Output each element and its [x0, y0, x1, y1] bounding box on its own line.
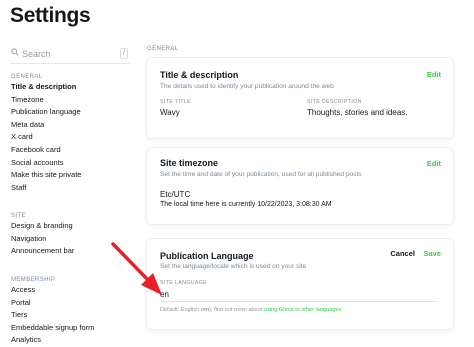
sidebar-item-x-card[interactable]: X card — [11, 131, 81, 144]
page-title: Settings — [10, 4, 91, 27]
hint-middle: ); find out more about — [209, 307, 264, 313]
sidebar-membership-list: Access Portal Tiers Embeddable signup fo… — [11, 284, 94, 347]
cancel-button[interactable]: Cancel — [390, 249, 415, 258]
sidebar-item-publication-language[interactable]: Publication language — [11, 106, 81, 119]
save-button[interactable]: Save — [423, 249, 441, 258]
site-description-value: Thoughts, stories and ideas. — [307, 108, 408, 117]
sidebar-general-list: Title & description Timezone Publication… — [11, 81, 81, 194]
sidebar-section-site: SITE — [11, 213, 26, 219]
languages-help-link[interactable]: using Ghost in other languages — [264, 307, 341, 313]
search-box[interactable]: / — [10, 44, 130, 64]
sidebar-item-embeddable-signup-form[interactable]: Embeddable signup form — [11, 322, 94, 335]
sidebar: / GENERAL Title & description Timezone P… — [10, 40, 134, 344]
sidebar-item-tiers[interactable]: Tiers — [11, 309, 94, 322]
sidebar-item-staff[interactable]: Staff — [11, 182, 81, 195]
sidebar-item-design-branding[interactable]: Design & branding — [11, 220, 74, 233]
card-description: Set the time and date of your publicatio… — [160, 171, 362, 178]
site-language-label: SITE LANGUAGE — [160, 280, 207, 286]
sidebar-item-access[interactable]: Access — [11, 284, 94, 297]
sidebar-site-list: Design & branding Navigation Announcemen… — [11, 220, 74, 258]
search-input[interactable] — [22, 46, 122, 62]
sidebar-item-timezone[interactable]: Timezone — [11, 94, 81, 107]
sidebar-item-make-private[interactable]: Make this site private — [11, 169, 81, 182]
site-language-input[interactable] — [160, 287, 438, 302]
group-label-general: GENERAL — [147, 46, 179, 52]
search-icon — [11, 48, 19, 56]
sidebar-item-announcement-bar[interactable]: Announcement bar — [11, 245, 74, 258]
timezone-card: Site timezone Edit Set the time and date… — [147, 148, 453, 224]
search-shortcut-hint: / — [120, 48, 128, 59]
hint-prefix: Default: English ( — [160, 307, 203, 313]
timezone-value: Etc/UTC — [160, 190, 191, 199]
sidebar-item-navigation[interactable]: Navigation — [11, 233, 74, 246]
sidebar-section-membership: MEMBERSHIP — [11, 277, 56, 283]
card-description: Set the language/locale which is used on… — [160, 263, 307, 270]
title-description-card: Title & description Edit The details use… — [147, 58, 453, 138]
site-description-label: SITE DESCRIPTION — [307, 99, 362, 105]
search-underline — [10, 63, 130, 64]
site-title-label: SITE TITLE — [160, 99, 192, 105]
sidebar-section-general: GENERAL — [11, 74, 43, 80]
card-title: Site timezone — [160, 158, 219, 168]
sidebar-item-analytics[interactable]: Analytics — [11, 334, 94, 347]
publication-language-card: Publication Language Cancel Save Set the… — [147, 239, 453, 329]
card-title: Publication Language — [160, 251, 254, 261]
local-time-text: The local time here is currently 10/22/2… — [160, 201, 332, 208]
sidebar-item-portal[interactable]: Portal — [11, 297, 94, 310]
card-title: Title & description — [160, 70, 239, 80]
edit-button[interactable]: Edit — [427, 70, 441, 79]
sidebar-item-title-description[interactable]: Title & description — [11, 81, 81, 94]
site-title-value: Wavy — [160, 108, 180, 117]
language-hint: Default: English (en); find out more abo… — [160, 307, 341, 313]
sidebar-item-meta-data[interactable]: Meta data — [11, 119, 81, 132]
card-description: The details used to identify your public… — [160, 83, 334, 90]
edit-button[interactable]: Edit — [427, 159, 441, 168]
sidebar-item-facebook-card[interactable]: Facebook card — [11, 144, 81, 157]
sidebar-item-social-accounts[interactable]: Social accounts — [11, 157, 81, 170]
